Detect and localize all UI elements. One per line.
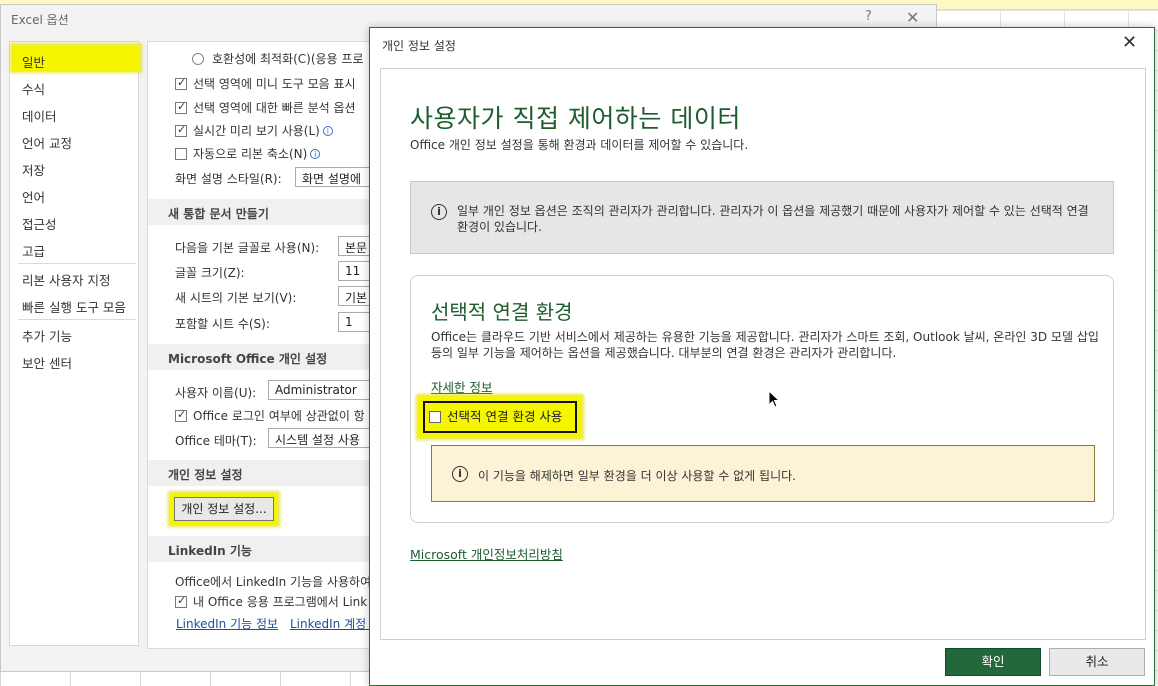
help-icon[interactable]: ? [865, 9, 872, 24]
section-privacy: 개인 정보 설정 [148, 460, 376, 486]
sheets-label: 포함할 시트 수(S): [175, 317, 270, 331]
live-preview-label: 실시간 미리 보기 사용(L) [193, 124, 320, 138]
checkbox-unchecked-icon [429, 411, 441, 423]
options-content: 호환성에 최적화(C)(응용 프로 선택 영역에 미니 도구 모음 표시 선택 … [147, 41, 377, 649]
nav-item-quick-access[interactable]: 빠른 실행 도구 모음 [22, 297, 126, 316]
page-title: 사용자가 직접 제어하는 데이터 [410, 104, 741, 133]
username-input[interactable]: Administrator [268, 380, 376, 400]
font-size-label: 글꼴 크기(Z): [175, 266, 245, 280]
info-icon: i [452, 466, 468, 482]
compat-radio-label: 호환성에 최적화(C)(응용 프로 [212, 52, 364, 66]
always-use-checkbox[interactable]: Office 로그인 여부에 상관없이 항 [175, 407, 365, 424]
privacy-settings-dialog: 개인 정보 설정 ✕ 사용자가 직접 제어하는 데이터 Office 개인 정보… [369, 27, 1155, 686]
privacy-settings-button[interactable]: 개인 정보 설정... [174, 497, 274, 521]
nav-item-save[interactable]: 저장 [22, 160, 45, 179]
cancel-button[interactable]: 취소 [1049, 648, 1145, 676]
nav-item-customize-ribbon[interactable]: 리본 사용자 지정 [22, 270, 110, 289]
linkedin-enable-label: 내 Office 응용 프로그램에서 Link [193, 595, 368, 609]
collapse-ribbon-label: 자동으로 리본 축소(N) [193, 147, 308, 161]
privacy-dialog-body: 사용자가 직접 제어하는 데이터 Office 개인 정보 설정을 통해 환경과… [380, 68, 1146, 640]
warning-text: 이 기능을 해제하면 일부 환경을 더 이상 사용할 수 없게 됩니다. [478, 469, 796, 483]
compat-radio[interactable]: 호환성에 최적화(C)(응용 프로 [192, 50, 364, 67]
privacy-dialog-title: 개인 정보 설정 [382, 39, 456, 53]
nav-item-data[interactable]: 데이터 [22, 106, 57, 125]
linkedin-text: Office에서 LinkedIn 기능을 사용하여 [175, 575, 372, 589]
close-icon[interactable]: ✕ [1122, 32, 1137, 53]
collapse-ribbon-checkbox[interactable]: 자동으로 리본 축소(N) i [175, 145, 321, 162]
admin-notice-text: 일부 개인 정보 옵션은 조직의 관리자가 관리합니다. 관리자가 이 옵션을 … [457, 204, 1089, 234]
checkbox-checked-icon [175, 594, 187, 608]
checkbox-unchecked-icon [175, 148, 187, 160]
nav-item-general[interactable]: 일반 [22, 52, 45, 71]
linkedin-info-link[interactable]: LinkedIn 기능 정보 [176, 615, 278, 632]
nav-item-language[interactable]: 언어 [22, 187, 45, 206]
close-icon[interactable]: ✕ [906, 8, 919, 27]
default-font-label: 다음을 기본 글꼴로 사용(N): [175, 241, 320, 255]
section-new-workbook: 새 통합 문서 만들기 [148, 199, 376, 225]
live-preview-checkbox[interactable]: 실시간 미리 보기 사용(L)i [175, 122, 333, 139]
linkedin-account-link[interactable]: LinkedIn 계정 ( [290, 615, 375, 632]
nav-divider [18, 319, 136, 320]
radio-icon [192, 53, 204, 65]
info-icon: i [322, 126, 333, 136]
nav-item-trust-center[interactable]: 보안 센터 [22, 353, 72, 372]
optional-experiences-checkbox[interactable]: 선택적 연결 환경 사용 [423, 401, 577, 433]
screentip-select[interactable]: 화면 설명에 [295, 167, 376, 187]
info-icon: i [431, 204, 447, 220]
checkbox-highlight: 선택적 연결 환경 사용 [418, 396, 582, 438]
options-nav: 일반 수식 데이터 언어 교정 저장 언어 접근성 고급 리본 사용자 지정 빠… [9, 41, 140, 646]
section-personalize: Microsoft Office 개인 설정 [148, 344, 376, 370]
nav-divider [18, 263, 136, 264]
theme-select[interactable]: 시스템 설정 사용 [268, 428, 376, 448]
learn-more-link[interactable]: 자세한 정보 [431, 377, 492, 396]
ok-button[interactable]: 확인 [945, 648, 1041, 676]
quick-analysis-checkbox[interactable]: 선택 영역에 대한 빠른 분석 옵션 [175, 99, 356, 116]
username-label: 사용자 이름(U): [175, 386, 257, 400]
nav-item-proofing[interactable]: 언어 교정 [22, 133, 72, 152]
quick-analysis-label: 선택 영역에 대한 빠른 분석 옵션 [193, 101, 356, 115]
checkbox-checked-icon [175, 76, 187, 90]
nav-item-addins[interactable]: 추가 기능 [22, 326, 72, 345]
page-subtitle: Office 개인 정보 설정을 통해 환경과 데이터를 제어할 수 있습니다. [410, 138, 749, 152]
default-view-label: 새 시트의 기본 보기(V): [175, 291, 297, 305]
info-icon: i [310, 149, 321, 159]
mouse-cursor-icon [768, 390, 780, 408]
admin-notice: i 일부 개인 정보 옵션은 조직의 관리자가 관리합니다. 관리자가 이 옵션… [410, 181, 1114, 254]
mini-toolbar-checkbox[interactable]: 선택 영역에 미니 도구 모음 표시 [175, 75, 356, 92]
mini-toolbar-label: 선택 영역에 미니 도구 모음 표시 [193, 77, 356, 91]
theme-label: Office 테마(T): [175, 434, 257, 448]
card-description: Office는 클라우드 기반 서비스에서 제공하는 유용한 기능을 제공합니다… [431, 330, 1099, 360]
optional-experiences-card: 선택적 연결 환경 Office는 클라우드 기반 서비스에서 제공하는 유용한… [410, 275, 1114, 523]
linkedin-enable-checkbox[interactable]: 내 Office 응용 프로그램에서 Link [175, 593, 367, 610]
always-use-label: Office 로그인 여부에 상관없이 항 [193, 409, 365, 423]
privacy-settings-highlight: 개인 정보 설정... [170, 493, 278, 525]
nav-item-accessibility[interactable]: 접근성 [22, 214, 57, 233]
optional-experiences-label: 선택적 연결 환경 사용 [447, 409, 563, 424]
excel-options-title: Excel 옵션 [11, 13, 69, 27]
screentip-label: 화면 설명 스타일(R): [175, 172, 282, 186]
warning-banner: i 이 기능을 해제하면 일부 환경을 더 이상 사용할 수 없게 됩니다. [431, 445, 1095, 502]
nav-item-advanced[interactable]: 고급 [22, 241, 45, 260]
checkbox-checked-icon [175, 123, 187, 137]
checkbox-checked-icon [175, 408, 187, 422]
card-heading: 선택적 연결 환경 [431, 300, 573, 324]
checkbox-checked-icon [175, 100, 187, 114]
section-linkedin: LinkedIn 기능 [148, 536, 376, 562]
ms-privacy-link[interactable]: Microsoft 개인정보처리방침 [410, 544, 563, 563]
nav-item-formulas[interactable]: 수식 [22, 79, 45, 98]
